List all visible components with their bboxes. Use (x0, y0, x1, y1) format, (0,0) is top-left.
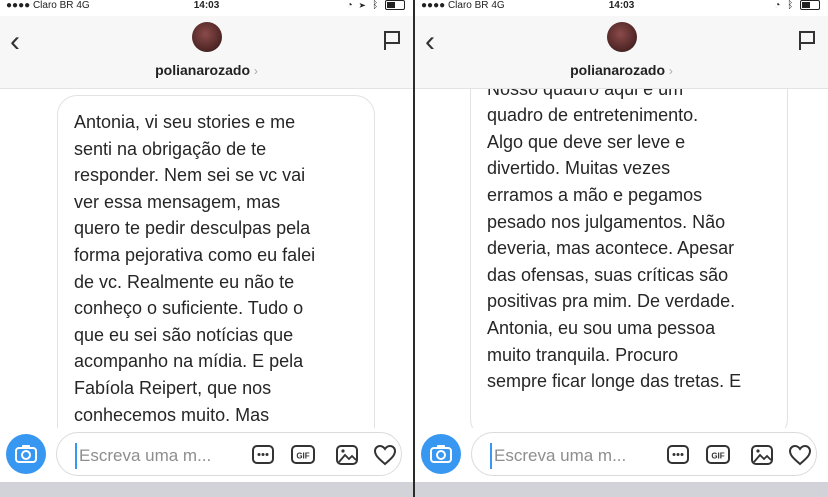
message-text: Fabíola fala muito bem de vc. Nosso quad… (487, 89, 742, 392)
conversation-header: ‹ polianarozado › (415, 16, 828, 89)
battery-icon (385, 0, 405, 11)
message-input-wrapper: GIF (471, 432, 817, 476)
heart-icon[interactable] (788, 443, 812, 467)
gif-icon[interactable]: GIF (706, 443, 730, 467)
conversation-header: ‹ polianarozado › (0, 16, 413, 89)
status-time: 14:03 (608, 0, 635, 11)
message-thread[interactable]: Antonia, vi seu stories e me senti na ob… (0, 89, 413, 428)
status-icons: ◔ ᛒ (774, 0, 820, 11)
svg-text:GIF: GIF (296, 452, 309, 461)
gallery-icon[interactable] (750, 443, 774, 467)
bluetooth-icon: ᛒ (372, 0, 381, 11)
alarm-icon: ◔ (774, 0, 783, 11)
camera-icon (15, 445, 37, 463)
back-icon[interactable]: ‹ (10, 22, 20, 62)
message-thread[interactable]: Fabíola fala muito bem de vc. Nosso quad… (415, 89, 828, 428)
flag-icon[interactable] (381, 28, 403, 52)
battery-icon (800, 0, 820, 11)
message-composer: GIF (415, 428, 828, 482)
more-icon[interactable] (666, 443, 690, 467)
bluetooth-icon: ᛒ (787, 0, 796, 11)
chat-screen-right: ●●●● Claro BR 4G 14:03 ◔ ᛒ ‹ polianaroza… (415, 0, 828, 497)
keyboard-strip (0, 482, 413, 497)
svg-text:GIF: GIF (711, 452, 724, 461)
username-link[interactable]: polianarozado › (0, 62, 413, 78)
message-text: Antonia, vi seu stories e me senti na ob… (74, 112, 316, 425)
alarm-icon: ◔ (346, 0, 355, 11)
camera-button[interactable] (6, 434, 46, 474)
avatar[interactable] (191, 22, 222, 52)
gif-icon[interactable]: GIF (291, 443, 315, 467)
avatar[interactable] (606, 22, 637, 52)
status-bar: ●●●● Claro BR 4G 14:03 ◔ ➤ ᛒ (0, 0, 413, 16)
status-bar: ●●●● Claro BR 4G 14:03 ◔ ᛒ (415, 0, 828, 16)
camera-icon (430, 445, 452, 463)
message-input[interactable] (75, 443, 231, 469)
more-icon[interactable] (251, 443, 275, 467)
flag-icon[interactable] (796, 28, 818, 52)
message-input[interactable] (490, 443, 646, 469)
location-icon: ➤ (359, 0, 368, 11)
message-input-wrapper: GIF (56, 432, 402, 476)
message-composer: GIF (0, 428, 413, 482)
back-icon[interactable]: ‹ (425, 22, 435, 62)
status-icons: ◔ ➤ ᛒ (347, 0, 405, 11)
username-link[interactable]: polianarozado › (415, 62, 828, 78)
keyboard-strip (415, 482, 828, 497)
message-bubble[interactable]: Antonia, vi seu stories e me senti na ob… (57, 95, 375, 428)
chevron-right-icon: › (253, 64, 258, 78)
heart-icon[interactable] (373, 443, 397, 467)
gallery-icon[interactable] (335, 443, 359, 467)
chat-screen-left: ●●●● Claro BR 4G 14:03 ◔ ➤ ᛒ ‹ polianaro… (0, 0, 413, 497)
chevron-right-icon: › (668, 64, 673, 78)
camera-button[interactable] (421, 434, 461, 474)
message-bubble[interactable]: Fabíola fala muito bem de vc. Nosso quad… (470, 89, 788, 428)
